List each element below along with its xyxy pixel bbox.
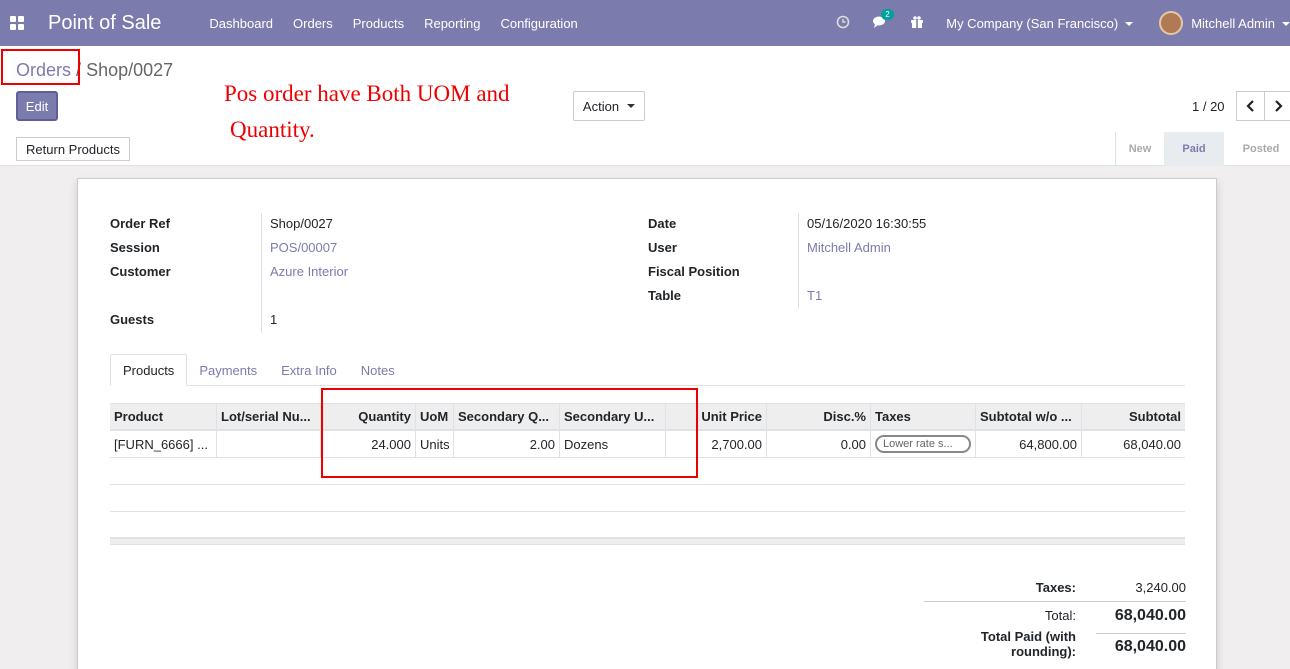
guests-value: 1 [270,312,278,327]
date-value: 05/16/2020 16:30:55 [807,216,927,231]
col-subtotal[interactable]: Subtotal [1082,404,1185,429]
user-link[interactable]: Mitchell Admin [807,240,891,255]
col-taxes[interactable]: Taxes [871,404,976,429]
menu-orders[interactable]: Orders [293,16,333,31]
pager-buttons [1236,91,1290,121]
menu-products[interactable]: Products [353,16,404,31]
chevron-left-icon [1245,100,1254,112]
chevron-down-icon [1125,22,1134,27]
table-footer [110,538,1185,545]
status-bar: New Paid Posted [1115,132,1290,166]
tab-products[interactable]: Products [110,354,188,386]
tab-extra-info[interactable]: Extra Info [269,354,349,386]
taxes-total-value: 3,240.00 [1135,579,1186,595]
app-title[interactable]: Point of Sale [48,12,161,35]
pager-previous-button[interactable] [1236,91,1264,121]
status-posted: Posted [1242,143,1280,155]
cell-product: [FURN_6666] ... [110,431,217,457]
field-divider-left [261,213,262,333]
highlight-box-orders [1,49,80,85]
menu-dashboard[interactable]: Dashboard [209,16,273,31]
systray: 2 My Company (San Francisco) Mitchell Ad… [836,0,1290,46]
company-switcher[interactable]: My Company (San Francisco) [946,15,1134,31]
control-panel: Orders / Shop/0027 Pos order have Both U… [0,46,1290,166]
caret-down-icon [627,104,636,108]
guests-label: Guests [110,312,155,327]
order-ref-label: Order Ref [110,216,170,231]
col-lot[interactable]: Lot/serial Nu... [217,404,321,429]
customer-link[interactable]: Azure Interior [270,264,348,279]
taxes-total-label: Taxes: [1035,579,1076,595]
top-navbar: Point of Sale Dashboard Orders Products … [0,0,1290,46]
tab-payments[interactable]: Payments [187,354,269,386]
main-menu: Dashboard Orders Products Reporting Conf… [209,16,597,31]
total-paid-value: 68,040.00 [1096,632,1186,656]
chevron-down-icon [1282,22,1290,27]
gift-icon[interactable] [910,15,924,32]
total-paid-label: Total Paid (with rounding): [980,629,1076,659]
chevron-right-icon [1275,100,1283,112]
edit-button[interactable]: Edit [16,91,58,121]
table-link[interactable]: T1 [807,288,822,303]
col-subtotal-wo-tax[interactable]: Subtotal w/o ... [976,404,1082,429]
field-divider-right [798,213,799,309]
user-name: Mitchell Admin [1191,15,1275,31]
customer-label: Customer [110,264,171,279]
pager-next-button[interactable] [1264,91,1290,121]
order-ref-value: Shop/0027 [270,216,333,231]
apps-menu-icon[interactable] [10,16,24,30]
return-products-button[interactable]: Return Products [16,137,130,161]
annotation-text: Pos order have Both UOM and Quantity. [224,76,510,148]
tab-notes[interactable]: Notes [349,354,407,386]
table-label: Table [648,288,681,303]
status-new: New [1128,143,1152,155]
annotation-line-1: Pos order have Both UOM and [224,81,510,106]
table-row-empty [110,485,1185,512]
breadcrumb-current: Shop/0027 [86,60,174,80]
col-discount[interactable]: Disc.% [767,404,871,429]
user-menu[interactable]: Mitchell Admin [1191,16,1290,31]
tax-tag: Lower rate s... [875,435,971,453]
col-product[interactable]: Product [110,404,217,429]
cell-subtotal: 68,040.00 [1123,436,1181,452]
fiscal-position-label: Fiscal Position [648,264,740,279]
annotation-line-2: Quantity. [230,117,315,142]
menu-configuration[interactable]: Configuration [500,16,577,31]
cell-discount: 0.00 [767,431,871,457]
cell-lot [217,431,321,457]
cell-subtotal-wo-tax: 64,800.00 [976,431,1082,457]
action-label: Action [582,98,620,114]
avatar[interactable] [1159,11,1184,35]
notebook-tabs: Products Payments Extra Info Notes [110,354,1185,386]
table-row-empty [110,512,1185,538]
action-dropdown[interactable]: Action [573,91,645,121]
clock-icon[interactable] [836,15,850,32]
date-label: Date [648,216,677,231]
chat-icon[interactable]: 2 [872,8,894,32]
session-label: Session [110,240,160,255]
company-name: My Company (San Francisco) [946,15,1119,31]
highlight-box-quantity-uom [321,388,698,478]
cell-taxes: Lower rate s... [871,431,976,457]
chat-count-badge: 2 [881,8,894,20]
pager-value[interactable]: 1 / 20 [1192,99,1225,114]
session-link[interactable]: POS/00007 [270,240,337,255]
menu-reporting[interactable]: Reporting [424,16,480,31]
status-paid: Paid [1164,132,1224,166]
user-label: User [648,240,677,255]
total-label: Total: [1044,608,1076,623]
order-totals: Taxes: 3,240.00 Total: 68,040.00 Total P… [924,573,1186,659]
total-value: 68,040.00 [1114,606,1186,624]
